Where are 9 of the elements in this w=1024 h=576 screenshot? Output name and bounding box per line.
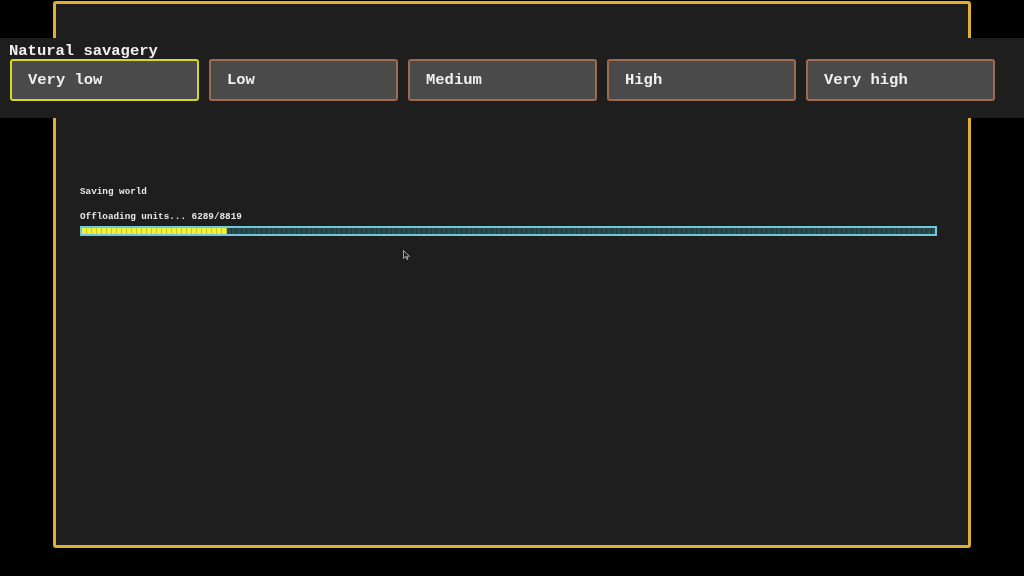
option-button[interactable]: Low [209, 59, 398, 101]
cursor-icon [403, 250, 410, 260]
progress-title: Saving world [80, 185, 148, 199]
option-button[interactable]: Very high [806, 59, 995, 101]
setting-label: Natural savagery [9, 43, 158, 59]
progress-status: Offloading units... 6289/8819 [80, 210, 243, 224]
option-button[interactable]: Very low [10, 59, 199, 101]
option-button[interactable]: Medium [408, 59, 597, 101]
option-button[interactable]: High [607, 59, 796, 101]
